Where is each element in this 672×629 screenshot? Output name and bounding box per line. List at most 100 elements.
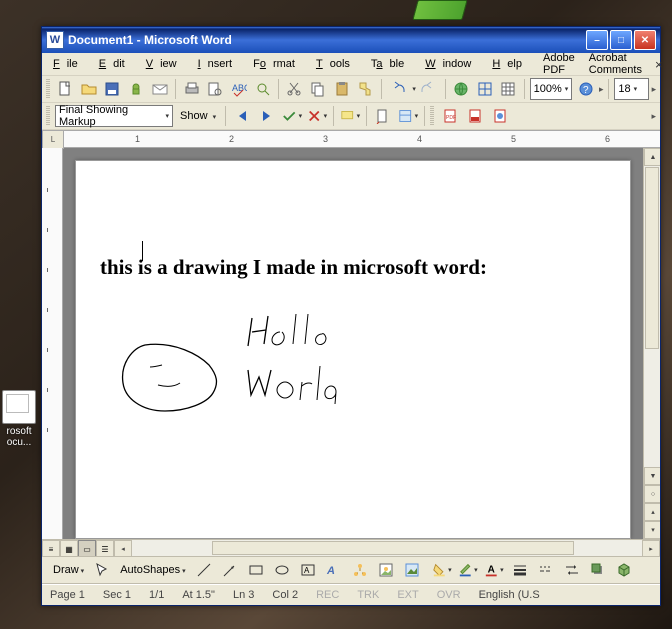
reviewing-pane-icon[interactable]: ▾ [397, 105, 419, 127]
undo-icon[interactable] [387, 78, 408, 100]
clipart-icon[interactable] [375, 559, 397, 581]
toolbar-grip[interactable] [46, 79, 50, 99]
status-trk[interactable]: TRK [355, 589, 381, 601]
maximize-button[interactable]: □ [610, 30, 632, 50]
doc-close-button[interactable]: × [649, 57, 669, 72]
arrow-style-icon[interactable] [561, 559, 583, 581]
status-ovr[interactable]: OVR [435, 589, 463, 601]
copy-icon[interactable] [308, 78, 329, 100]
status-rec[interactable]: REC [314, 589, 341, 601]
save-icon[interactable] [102, 78, 123, 100]
menu-edit[interactable]: Edit [92, 56, 139, 72]
vertical-ruler[interactable] [42, 148, 63, 539]
document-page[interactable]: this is a drawing I made in microsoft wo… [75, 160, 631, 539]
help-icon[interactable]: ? [575, 78, 596, 100]
close-button[interactable]: ✕ [634, 30, 656, 50]
line-color-icon[interactable]: ▾ [457, 559, 479, 581]
undo-dropdown[interactable]: ▾ [412, 85, 416, 93]
dash-style-icon[interactable] [535, 559, 557, 581]
next-change-icon[interactable] [256, 105, 278, 127]
menu-help[interactable]: Help [485, 56, 536, 72]
font-size-combo[interactable]: 18▾ [614, 78, 648, 100]
format-painter-icon[interactable] [355, 78, 376, 100]
menu-acrobat-comments[interactable]: Acrobat Comments [582, 50, 649, 78]
toolbar-grip-3[interactable] [430, 106, 434, 126]
cut-icon[interactable] [284, 78, 305, 100]
scroll-v-thumb[interactable] [645, 167, 659, 349]
document-drawing[interactable] [100, 300, 390, 450]
svg-text:?: ? [583, 85, 589, 96]
new-comment-icon[interactable]: ▾ [339, 105, 361, 127]
shadow-icon[interactable] [587, 559, 609, 581]
email-icon[interactable] [150, 78, 171, 100]
status-lang[interactable]: English (U.S [477, 589, 542, 601]
open-icon[interactable] [78, 78, 99, 100]
rectangle-icon[interactable] [245, 559, 267, 581]
toolbar-expand[interactable]: ▸ [599, 84, 604, 95]
svg-text:ABC: ABC [232, 83, 247, 93]
redo-icon[interactable] [419, 78, 440, 100]
track-changes-icon[interactable] [372, 105, 394, 127]
tab-selector[interactable]: L [42, 130, 64, 149]
show-menu[interactable]: Show ▾ [176, 110, 220, 122]
print-icon[interactable] [181, 78, 202, 100]
arrow-icon[interactable] [219, 559, 241, 581]
menu-table[interactable]: Table [364, 56, 418, 72]
menu-tools[interactable]: Tools [309, 56, 364, 72]
draw-menu[interactable]: Draw▾ [50, 564, 87, 576]
menu-insert[interactable]: Insert [191, 56, 247, 72]
prev-change-icon[interactable] [231, 105, 253, 127]
fill-color-icon[interactable]: ▾ [431, 559, 453, 581]
svg-text:A: A [304, 566, 310, 575]
menu-window[interactable]: Window [418, 56, 485, 72]
zoom-combo[interactable]: 100%▾ [530, 78, 573, 100]
line-style-icon[interactable] [509, 559, 531, 581]
pdf-icon-1[interactable]: PDF [439, 105, 461, 127]
scroll-up-button[interactable]: ▲ [644, 148, 660, 166]
next-page-button[interactable]: ▾ [644, 521, 660, 539]
font-color-icon[interactable]: A▾ [483, 559, 505, 581]
scroll-down-button[interactable]: ▼ [644, 467, 660, 485]
3d-icon[interactable] [613, 559, 635, 581]
document-text[interactable]: this is a drawing I made in microsoft wo… [100, 255, 606, 280]
paste-icon[interactable] [331, 78, 352, 100]
new-doc-icon[interactable] [55, 78, 76, 100]
pdf-icon-3[interactable] [489, 105, 511, 127]
prev-page-button[interactable]: ▴ [644, 503, 660, 521]
menu-format[interactable]: Format [246, 56, 309, 72]
autoshapes-menu[interactable]: AutoShapes▾ [117, 564, 188, 576]
menu-adobe-pdf[interactable]: Adobe PDF [536, 50, 582, 78]
insert-picture-icon[interactable] [401, 559, 423, 581]
toolbar-expand-3[interactable]: ▸ [651, 111, 656, 122]
hyperlink-icon[interactable] [451, 78, 472, 100]
status-ext[interactable]: EXT [395, 589, 420, 601]
line-icon[interactable] [193, 559, 215, 581]
oval-icon[interactable] [271, 559, 293, 581]
vertical-scrollbar[interactable]: ▲ ▼ ○ ▴ ▾ [643, 148, 660, 539]
print-preview-icon[interactable] [205, 78, 226, 100]
accept-change-icon[interactable]: ▾ [281, 105, 303, 127]
pdf-icon-2[interactable] [464, 105, 486, 127]
minimize-button[interactable]: – [586, 30, 608, 50]
wordart-icon[interactable]: A [323, 559, 345, 581]
browse-object-button[interactable]: ○ [644, 485, 660, 503]
desktop-doc-icon[interactable]: rosoft ocu... [2, 390, 36, 448]
horizontal-ruler[interactable]: L 1 2 3 4 5 6 [63, 130, 660, 148]
scroll-h-thumb[interactable] [212, 541, 574, 555]
textbox-icon[interactable]: A [297, 559, 319, 581]
menu-file[interactable]: File [46, 56, 92, 72]
insert-table-icon[interactable] [498, 78, 519, 100]
diagram-icon[interactable] [349, 559, 371, 581]
spellcheck-icon[interactable]: ABC [229, 78, 250, 100]
select-objects-icon[interactable] [91, 559, 113, 581]
tables-borders-icon[interactable] [474, 78, 495, 100]
menu-view[interactable]: View [139, 56, 191, 72]
research-icon[interactable] [252, 78, 273, 100]
markup-display-combo[interactable]: Final Showing Markup▾ [55, 105, 173, 127]
permission-icon[interactable] [126, 78, 147, 100]
toolbar-grip-2[interactable] [46, 106, 50, 126]
reject-change-icon[interactable]: ▾ [306, 105, 328, 127]
toolbar-expand-2[interactable]: ▸ [652, 84, 657, 95]
drawing-toolbar: Draw▾ AutoShapes▾ A A ▾ ▾ A▾ [42, 556, 660, 584]
horizontal-scrollbar[interactable]: ◂ ▸ [114, 540, 660, 556]
